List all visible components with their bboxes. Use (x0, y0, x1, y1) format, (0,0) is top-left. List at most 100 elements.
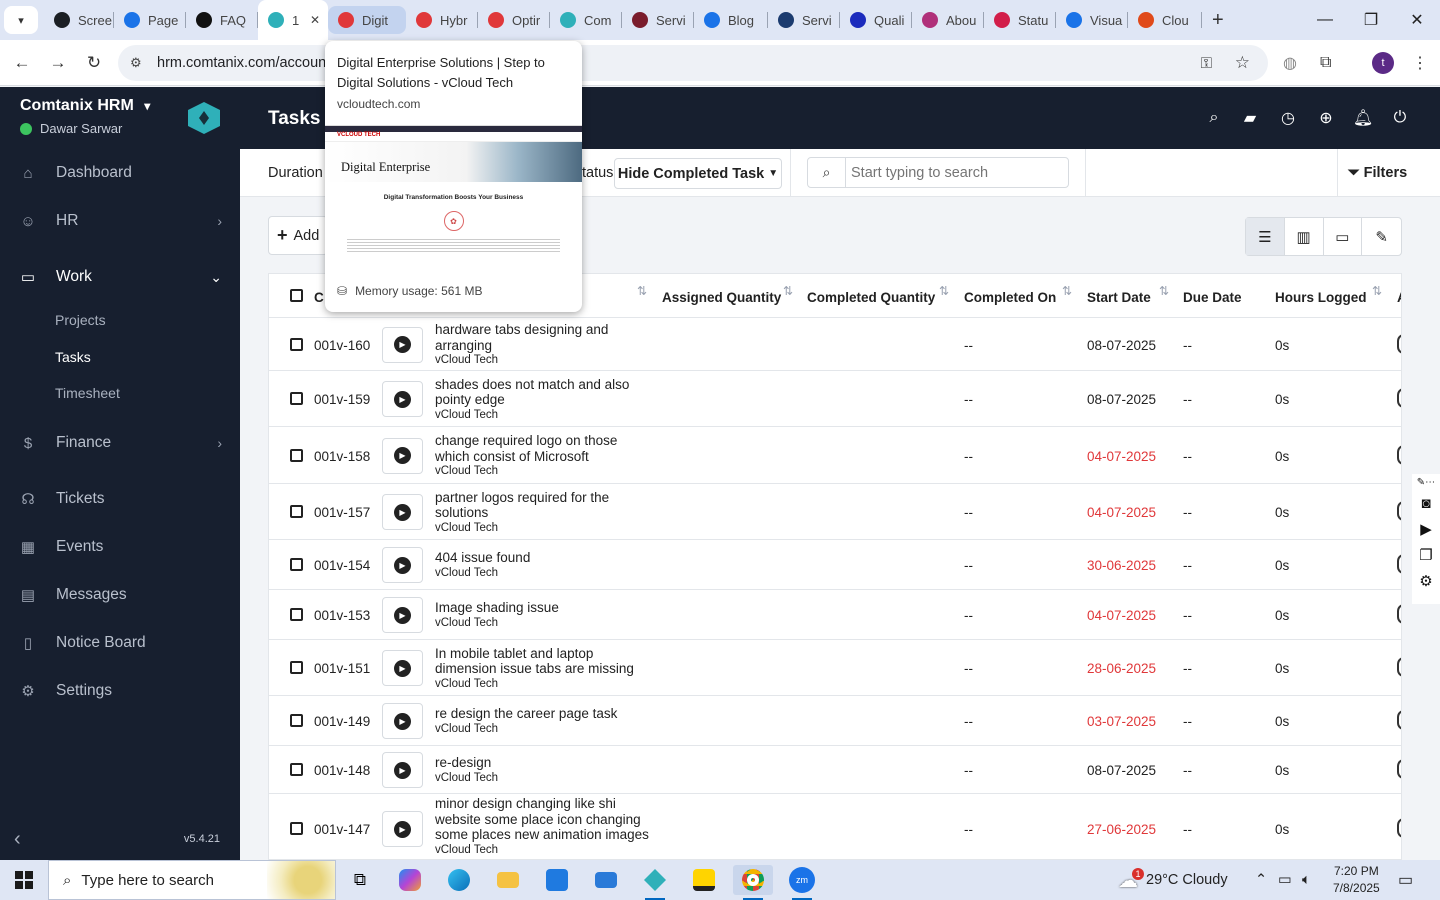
browser-tab[interactable]: Statu (984, 0, 1056, 40)
task-code[interactable]: 001v-160 (314, 338, 370, 353)
notifications-icon[interactable]: ▭ (1398, 860, 1413, 900)
task-project[interactable]: vCloud Tech (435, 521, 655, 535)
row-checkbox[interactable] (290, 392, 303, 405)
row-action-toggle[interactable] (1397, 554, 1401, 574)
column-header-completed-on[interactable]: Completed On (964, 290, 1056, 305)
table-row[interactable]: 001v-157 ▶ partner logos required for the … (269, 484, 1401, 540)
new-tab-button[interactable]: + (1212, 9, 1224, 32)
column-header-code[interactable]: C (314, 290, 324, 305)
task-title[interactable]: partner logos required for the solutions (435, 490, 655, 521)
browser-tab[interactable]: 1 ✕ (258, 0, 328, 40)
column-header-due-date[interactable]: Due Date (1183, 290, 1242, 305)
taskbar-clock[interactable]: 7:20 PM 7/8/2025 (1333, 863, 1380, 897)
browser-tab[interactable]: FAQ (186, 0, 258, 40)
power-icon[interactable]: ⏻ (1389, 107, 1411, 129)
browser-tab[interactable]: Quali (840, 0, 912, 40)
site-info-icon[interactable]: ⚙ (130, 55, 142, 71)
table-row[interactable]: 001v-153 ▶ Image shading issue vCloud Tech -… (269, 590, 1401, 640)
list-view-icon[interactable]: ☰ (1246, 218, 1285, 255)
task-project[interactable]: vCloud Tech (435, 843, 655, 857)
windows-start-button[interactable] (0, 860, 48, 900)
sidebar-item-dashboard[interactable]: ⌂ Dashboard (0, 153, 240, 193)
task-code[interactable]: 001v-157 (314, 505, 370, 520)
row-checkbox[interactable] (290, 505, 303, 518)
brand-name[interactable]: Comtanix HRM ▾ (20, 97, 150, 115)
calendar-view-icon[interactable]: ▭ (1324, 218, 1363, 255)
row-checkbox[interactable] (290, 337, 303, 351)
row-checkbox[interactable] (290, 661, 303, 674)
task-title[interactable]: re-design (435, 755, 655, 771)
bell-icon[interactable]: 🔔︎ (1352, 107, 1374, 129)
restore-icon[interactable]: ❐ (1348, 0, 1394, 40)
table-row[interactable]: 001v-149 ▶ re design the career page task v… (269, 696, 1401, 746)
task-project[interactable]: vCloud Tech (435, 353, 655, 367)
search-icon[interactable]: ⌕ (1203, 107, 1225, 129)
status-filter-label[interactable]: tatus (582, 165, 613, 181)
browser-tab[interactable]: Optir (478, 0, 550, 40)
start-timer-button[interactable]: ▶ (382, 650, 423, 686)
select-all-checkbox[interactable] (290, 289, 303, 302)
row-checkbox[interactable] (290, 558, 303, 571)
browser-tab[interactable]: Com (550, 0, 622, 40)
browser-tab[interactable]: Servi (768, 0, 840, 40)
pin-icon[interactable]: ✎ (1362, 218, 1401, 255)
copy-icon[interactable]: ❐ (1419, 542, 1432, 568)
column-header-more[interactable]: A (1397, 290, 1401, 305)
browser-tab[interactable]: Scree (44, 0, 114, 40)
task-code[interactable]: 001v-148 (314, 763, 370, 778)
duration-filter[interactable]: Duration (268, 165, 323, 181)
row-checkbox[interactable] (290, 714, 303, 727)
sidebar-item-finance[interactable]: $ Finance › (0, 423, 240, 463)
column-header-completed-quantity[interactable]: Completed Quantity (807, 290, 935, 305)
tray-overflow-icon[interactable]: ⌃ (1255, 860, 1267, 900)
table-row[interactable]: 001v-159 ▶ shades does not match and also … (269, 371, 1401, 427)
camera-icon[interactable]: ◙ (1421, 490, 1430, 516)
close-window-icon[interactable]: ✕ (1394, 0, 1440, 40)
task-project[interactable]: vCloud Tech (435, 464, 655, 478)
task-title[interactable]: hardware tabs designing and arranging (435, 322, 655, 353)
task-code[interactable]: 001v-154 (314, 558, 370, 573)
start-timer-button[interactable]: ▶ (382, 597, 423, 633)
row-action-toggle[interactable] (1397, 657, 1401, 677)
copilot-icon[interactable] (390, 865, 430, 895)
task-code[interactable]: 001v-158 (314, 449, 370, 464)
row-action-toggle[interactable] (1397, 501, 1401, 521)
browser-tab[interactable]: Visua (1056, 0, 1128, 40)
task-title[interactable]: 404 issue found (435, 550, 655, 566)
task-title[interactable]: minor design changing like shi website s… (435, 796, 655, 843)
translate-icon[interactable]: ◍ (1283, 53, 1297, 73)
task-title[interactable]: change required logo on those which cons… (435, 433, 655, 464)
minimize-icon[interactable]: — (1302, 0, 1348, 40)
sticky-notes-icon[interactable] (684, 865, 724, 895)
task-project[interactable]: vCloud Tech (435, 566, 655, 580)
clock-icon[interactable]: ◷ (1277, 107, 1299, 129)
sort-icon[interactable]: ⇅ (939, 284, 949, 298)
filters-button[interactable]: ⏷ Filters (1348, 165, 1407, 181)
extensions-icon[interactable]: ⧉ (1320, 54, 1331, 72)
video-icon[interactable]: ▶ (1420, 516, 1432, 542)
task-code[interactable]: 001v-149 (314, 714, 370, 729)
reload-icon[interactable]: ↻ (76, 45, 112, 81)
row-action-toggle[interactable] (1397, 604, 1401, 624)
row-action-toggle[interactable] (1397, 444, 1401, 465)
sort-icon[interactable]: ⇅ (1159, 284, 1169, 298)
sidebar-subitem-timesheet[interactable]: Timesheet (55, 385, 120, 401)
hide-completed-dropdown[interactable]: Hide Completed Task ▼ (614, 158, 782, 189)
more-icon[interactable]: ✎⋯ (1417, 474, 1435, 490)
task-code[interactable]: 001v-153 (314, 608, 370, 623)
collapse-sidebar-icon[interactable]: ‹ (14, 828, 21, 851)
zoom-icon[interactable]: zm (782, 865, 822, 900)
start-timer-button[interactable]: ▶ (382, 494, 423, 530)
chevron-down-icon[interactable]: ▾ (144, 99, 150, 113)
row-action-toggle[interactable] (1397, 333, 1401, 354)
task-code[interactable]: 001v-147 (314, 822, 370, 837)
task-title[interactable]: Image shading issue (435, 600, 655, 616)
start-timer-button[interactable]: ▶ (382, 437, 423, 474)
browser-tab[interactable]: Clou (1128, 0, 1202, 40)
sticky-note-icon[interactable]: ▰ (1239, 107, 1261, 129)
row-checkbox[interactable] (290, 608, 303, 621)
start-timer-button[interactable]: ▶ (382, 381, 423, 417)
start-timer-button[interactable]: ▶ (382, 752, 423, 788)
sort-icon[interactable]: ⇅ (637, 284, 647, 298)
chrome-icon[interactable] (733, 865, 773, 900)
